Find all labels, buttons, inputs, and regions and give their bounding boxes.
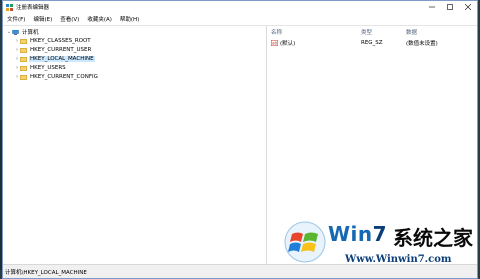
menu-view[interactable]: 查看(V) <box>56 15 83 23</box>
value-name: (默认) <box>280 41 296 47</box>
menu-bar: 文件(F) 编辑(E) 查看(V) 收藏夹(A) 帮助(H) <box>3 14 477 24</box>
watermark-brand-win: Win <box>328 222 373 246</box>
tree-item-hkey-users[interactable]: › HKEY_USERS <box>14 64 67 72</box>
tree-item-label: HKEY_CURRENT_USER <box>30 47 92 53</box>
tree-item-hkey-local-machine[interactable]: › HKEY_LOCAL_MACHINE <box>14 55 95 63</box>
close-icon <box>465 4 471 10</box>
window-title: 注册表编辑器 <box>16 5 50 11</box>
folder-icon <box>20 47 27 53</box>
menu-file[interactable]: 文件(F) <box>3 15 29 23</box>
menu-edit[interactable]: 编辑(E) <box>29 15 56 23</box>
tree-item-label: 计算机 <box>22 30 39 36</box>
watermark-brand: Win7 <box>328 222 387 246</box>
folder-icon <box>20 65 27 71</box>
windows-logo-icon <box>284 221 326 263</box>
column-header-name[interactable]: 名称 <box>271 28 282 36</box>
column-header-data[interactable]: 数据 <box>406 28 417 36</box>
maximize-icon <box>447 4 453 10</box>
column-header-type[interactable]: 类型 <box>361 28 372 36</box>
folder-icon <box>20 74 27 80</box>
registry-editor-app-icon <box>6 3 13 11</box>
watermark-url: Www.Winwin7.com <box>345 254 452 265</box>
folder-icon <box>20 38 27 44</box>
maximize-button[interactable] <box>441 1 459 13</box>
menu-favorites[interactable]: 收藏夹(A) <box>83 15 116 23</box>
key-tree-pane[interactable]: ⌄ 计算机 › HKEY_CLASSES_ROOT › HKEY_CURRENT… <box>3 26 267 266</box>
tree-item-computer[interactable]: ⌄ 计算机 <box>6 28 40 36</box>
table-row[interactable]: ab (默认) REG_SZ (数值未设置) <box>268 39 477 47</box>
string-value-icon: ab <box>271 40 278 46</box>
status-path: 计算机\HKEY_LOCAL_MACHINE <box>5 269 87 276</box>
tree-item-label: HKEY_LOCAL_MACHINE <box>29 56 95 62</box>
watermark-brand-chinese: 系统之家 <box>393 226 473 250</box>
value-data: (数值未设置) <box>406 41 438 47</box>
watermark-brand-seven: 7 <box>372 222 388 246</box>
menu-help[interactable]: 帮助(H) <box>116 15 143 23</box>
value-type: REG_SZ <box>361 40 383 46</box>
tree-item-label: HKEY_USERS <box>30 65 66 71</box>
close-button[interactable] <box>459 1 477 13</box>
minimize-button[interactable] <box>423 1 441 13</box>
svg-text:ab: ab <box>272 41 277 46</box>
value-name-cell: ab (默认) <box>271 39 295 47</box>
tree-item-label: HKEY_CLASSES_ROOT <box>30 38 91 44</box>
folder-icon <box>20 56 27 62</box>
tree-item-label: HKEY_CURRENT_CONFIG <box>30 74 98 80</box>
title-bar[interactable]: 注册表编辑器 <box>3 1 477 13</box>
minimize-icon <box>429 6 435 8</box>
tree-item-hkey-current-config[interactable]: › HKEY_CURRENT_CONFIG <box>14 73 99 81</box>
computer-icon <box>12 29 19 35</box>
tree-item-hkey-classes-root[interactable]: › HKEY_CLASSES_ROOT <box>14 37 92 45</box>
site-watermark: Win7 系统之家 Www.Winwin7.com <box>283 218 473 270</box>
tree-item-hkey-current-user[interactable]: › HKEY_CURRENT_USER <box>14 46 92 54</box>
window-controls <box>423 1 477 13</box>
